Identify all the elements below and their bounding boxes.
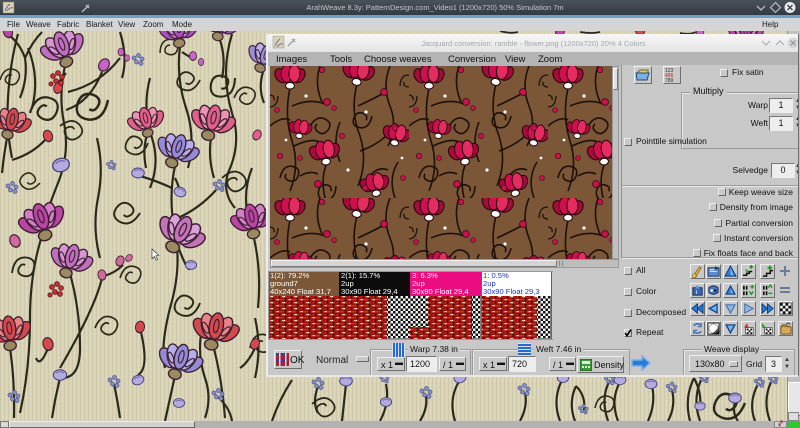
svg-text:i: i [696, 289, 698, 296]
svg-text:789: 789 [665, 78, 674, 83]
svg-text:30x90 Float 29,4: 30x90 Float 29,4 [412, 287, 469, 296]
svg-text:30x90 Float 29,4: 30x90 Float 29,4 [341, 287, 398, 296]
svg-text:40x240 Float 31,7: 40x240 Float 31,7 [270, 287, 331, 296]
svg-text:30x90 Float 29,3: 30x90 Float 29,3 [483, 287, 540, 296]
